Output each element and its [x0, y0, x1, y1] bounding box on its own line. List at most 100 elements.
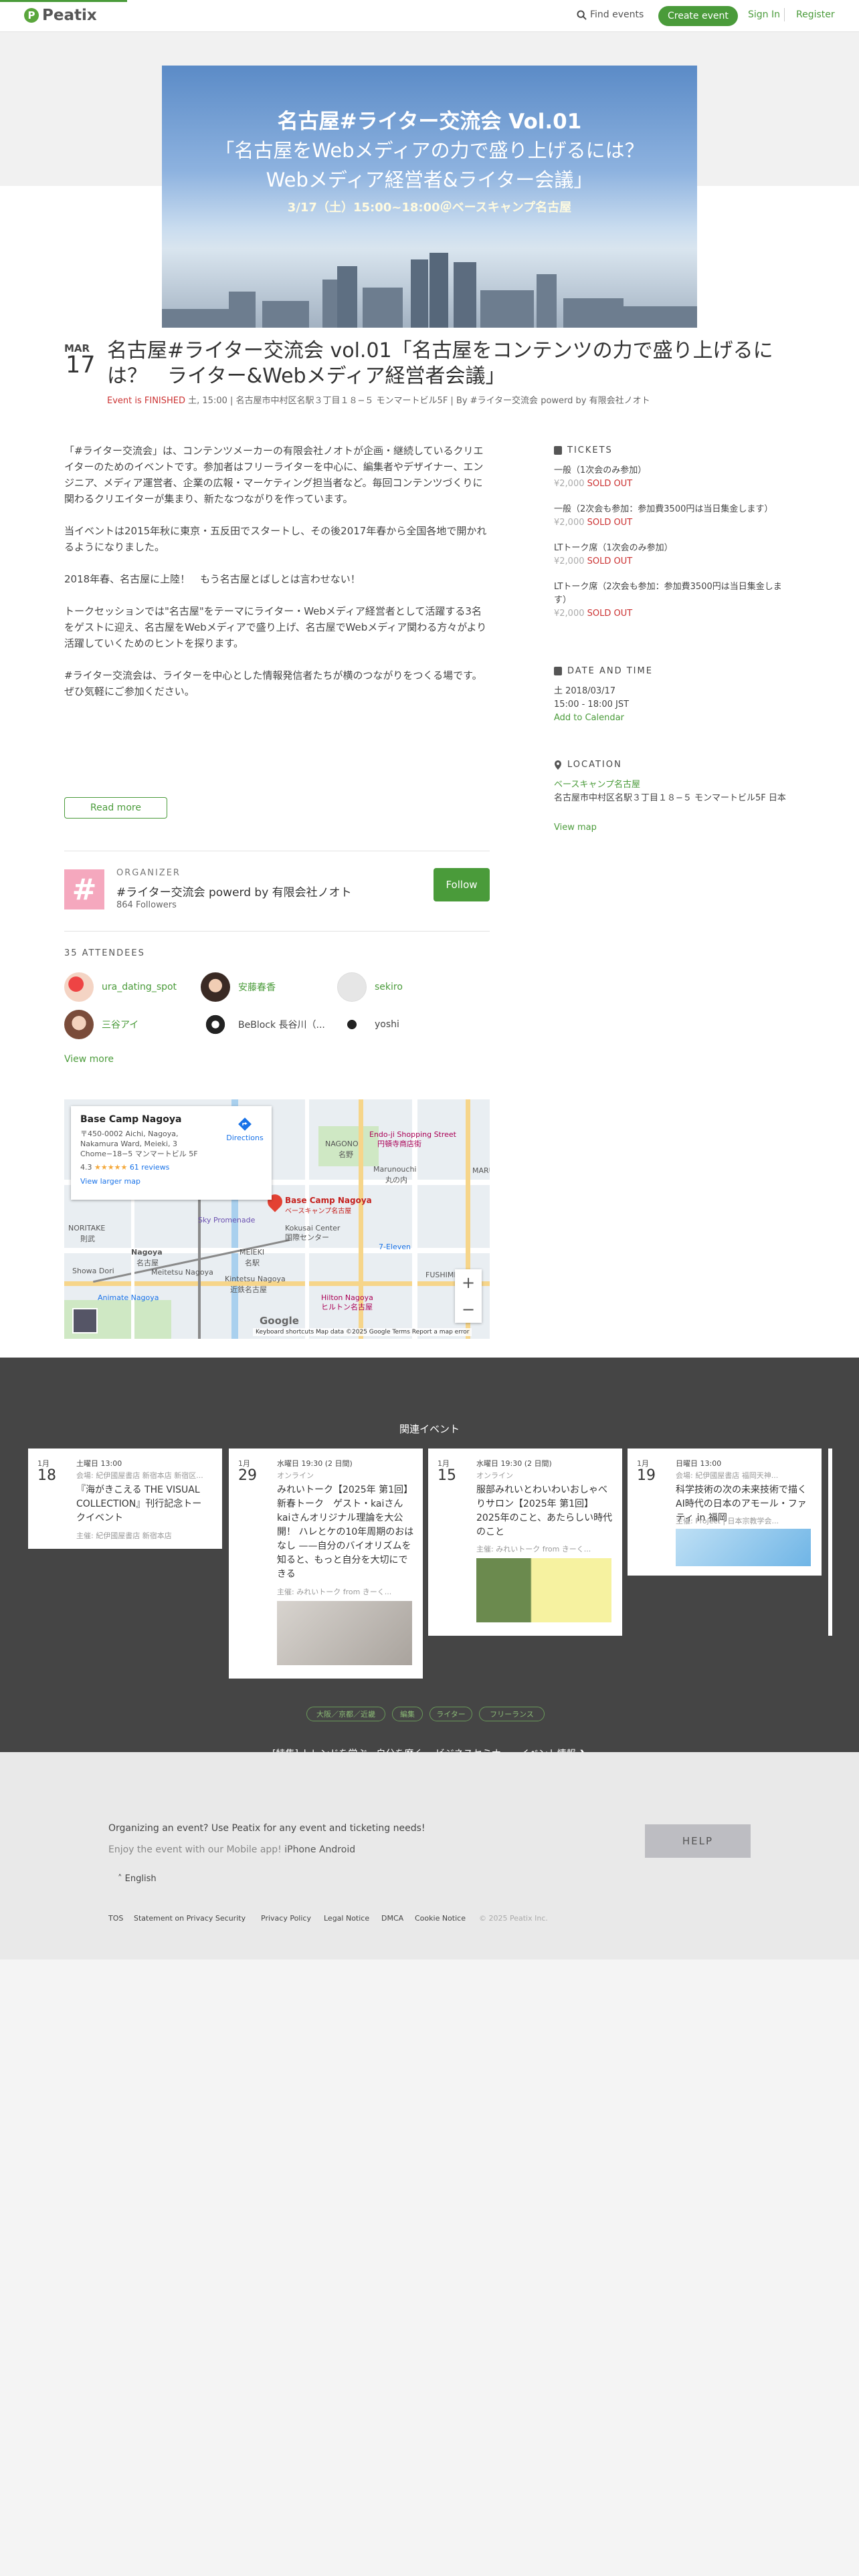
map-road [305, 1099, 309, 1339]
organizer-avatar-text: # [72, 872, 97, 907]
map-pin-subtitle: ベースキャンプ名古屋 [285, 1208, 352, 1215]
header-accent-line [0, 0, 127, 2]
directions-button[interactable]: Directions [225, 1117, 265, 1142]
related-event-card[interactable]: 1月 18 土曜日 13:00 会場: 紀伊國屋書店 新宿本店 新宿区... 『… [28, 1448, 222, 1549]
map-label: Kintetsu Nagoya [225, 1275, 286, 1283]
card-image [676, 1529, 811, 1566]
event-banner-image: 名古屋#ライター交流会 Vol.01 「名古屋をWebメディアの力で盛り上げるに… [162, 66, 697, 328]
card-day: 19 [637, 1467, 656, 1484]
footer-link-legal[interactable]: Legal Notice [324, 1914, 369, 1923]
language-selector[interactable]: ˄ English [118, 1874, 157, 1884]
related-tag[interactable]: フリーランス [479, 1707, 545, 1721]
description-paragraph: #ライター交流会は、ライターを中心とした情報発信者たちが横のつながりをつくる場で… [64, 669, 482, 697]
find-events-label: Find events [590, 9, 644, 20]
view-more-attendees-link[interactable]: View more [64, 1054, 114, 1065]
map-info-card: Base Camp Nagoya 〒450-0002 Aichi, Nagoya… [71, 1106, 272, 1200]
help-button[interactable]: HELP [645, 1824, 751, 1858]
attendee-item[interactable]: 安藤春香 [201, 972, 276, 1002]
tickets-heading: TICKETS [554, 445, 613, 455]
caret-up-icon: ˄ [118, 1874, 122, 1884]
map-label: 円頓寺商店街 [377, 1140, 421, 1148]
related-event-card[interactable]: 1月 19 日曜日 13:00 会場: 紀伊國屋書店 福岡天神... 科学技術の… [628, 1448, 822, 1576]
map-reviews-link[interactable]: 61 reviews [130, 1163, 170, 1172]
android-app-link[interactable]: Android [319, 1844, 355, 1855]
ticket-item: LTトーク席（1次会のみ参加） ¥2,000 SOLD OUT [554, 542, 795, 568]
add-to-calendar-link[interactable]: Add to Calendar [554, 712, 624, 725]
attendee-item[interactable]: ura_dating_spot [64, 972, 177, 1002]
banner-line-1: 名古屋#ライター交流会 Vol.01 [277, 110, 582, 134]
related-tag[interactable]: ライター [430, 1707, 472, 1721]
zoom-in-button[interactable]: + [455, 1269, 482, 1296]
skyline-building [262, 301, 309, 328]
footer-link-privacy-policy[interactable]: Privacy Policy [261, 1914, 311, 1923]
venue-map[interactable]: NAGONO 名野 Endo-ji Shopping Street 円頓寺商店街… [64, 1099, 490, 1339]
date-time-heading-label: DATE AND TIME [567, 666, 653, 676]
map-layer-toggle[interactable] [72, 1308, 98, 1333]
ticket-status: SOLD OUT [587, 518, 633, 528]
footer-organizer-cta: Organizing an event? Use Peatix for any … [108, 1823, 425, 1834]
view-larger-map-link[interactable]: View larger map [80, 1177, 262, 1186]
attendee-item[interactable]: yoshi [337, 1010, 399, 1039]
footer-link-tos[interactable]: TOS [108, 1914, 123, 1923]
organizer-name[interactable]: #ライター交流会 powerd by 有限会社ノオト [116, 883, 352, 899]
zoom-out-button[interactable]: − [455, 1296, 482, 1323]
follow-button[interactable]: Follow [434, 868, 490, 901]
read-more-button[interactable]: Read more [64, 797, 167, 819]
ticket-name: 一般（1次会のみ参加） [554, 465, 647, 475]
card-image [277, 1601, 412, 1665]
sign-in-link[interactable]: Sign In [748, 9, 780, 20]
banner-line-3: Webメディア経営者&ライター会議」 [266, 169, 593, 191]
organizer-avatar[interactable]: # [64, 869, 104, 909]
map-label: Sky Promenade [198, 1216, 256, 1224]
event-time: 15:00 - 18:00 JST [554, 700, 630, 710]
find-events-link[interactable]: Find events [577, 9, 644, 20]
description-paragraph: 2018年春、名古屋に上陸！ もう名古屋とばしとは言わせない！ [64, 573, 361, 585]
attendee-item[interactable]: BeBlock 長谷川（... [201, 1010, 325, 1039]
organizer-label: ORGANIZER [116, 868, 181, 878]
attendee-item[interactable]: sekiro [337, 972, 403, 1002]
footer-link-dmca[interactable]: DMCA [381, 1914, 403, 1923]
card-organizer: 主催: みれいトーク from きーく... [277, 1588, 392, 1596]
create-event-button[interactable]: Create event [658, 6, 738, 26]
card-day: 18 [37, 1467, 56, 1484]
event-description: 「#ライター交流会」は、コンテンツメーカーの有限会社ノオトが企画・継続しているク… [64, 443, 490, 716]
attendee-name: yoshi [375, 1019, 399, 1030]
map-place-address: 〒450-0002 Aichi, Nagoya, Nakamura Ward, … [80, 1130, 198, 1158]
tickets-heading-label: TICKETS [567, 445, 613, 455]
related-events-title: 関連イベント [399, 1423, 460, 1435]
location-heading-label: LOCATION [567, 760, 622, 770]
card-location: オンライン [277, 1471, 314, 1480]
footer-app-line: Enjoy the event with our Mobile app! iPh… [108, 1844, 355, 1855]
event-title: 名古屋#ライター交流会 vol.01「名古屋をコンテンツの力で盛り上げるには？ … [107, 339, 773, 388]
map-road [64, 1248, 490, 1253]
related-event-card[interactable]: 1月 15 水曜日 19:30 (2 日間) オンライン 服部みれいとわいわいお… [428, 1448, 622, 1636]
skyline-building [337, 266, 357, 328]
map-label: 名駅 [245, 1259, 260, 1267]
ticket-price: ¥2,000 [554, 609, 585, 619]
map-label: MARU [472, 1166, 490, 1175]
related-tag[interactable]: 大阪／京都／近畿 [306, 1707, 385, 1721]
attendee-item[interactable]: 三谷アイ [64, 1010, 138, 1039]
attendees-heading: 35 ATTENDEES [64, 948, 145, 958]
ticket-price: ¥2,000 [554, 518, 585, 528]
register-link[interactable]: Register [796, 9, 835, 20]
map-label: FUSHIMI [425, 1271, 456, 1279]
map-label: 名野 [339, 1150, 353, 1159]
card-location: 会場: 紀伊國屋書店 福岡天神... [676, 1471, 779, 1480]
attendee-name: 三谷アイ [102, 1020, 139, 1031]
footer-link-privacy-security[interactable]: Statement on Privacy Security [134, 1914, 246, 1923]
carousel-next-card-edge [828, 1448, 832, 1636]
skyline-building [411, 259, 428, 328]
card-title: 『海がきこえる THE VISUAL COLLECTION』刊行記念トークイベン… [76, 1485, 202, 1523]
footer-link-cookie[interactable]: Cookie Notice [415, 1914, 466, 1923]
iphone-app-link[interactable]: iPhone [284, 1844, 316, 1855]
related-tag[interactable]: 編集 [392, 1707, 423, 1721]
venue-link[interactable]: ベースキャンプ名古屋 [554, 778, 640, 792]
ticket-status: SOLD OUT [587, 609, 633, 619]
map-attribution[interactable]: Keyboard shortcuts Map data ©2025 Google… [253, 1328, 472, 1336]
venue-address: 名古屋市中村区名駅３丁目１８−５ モンマートビル5F 日本 [554, 793, 786, 803]
peatix-logo[interactable]: P Peatix [24, 7, 97, 24]
card-organizer: 主催: みれいトーク from きーく... [476, 1545, 591, 1553]
view-map-link[interactable]: View map [554, 821, 597, 835]
related-event-card[interactable]: 1月 29 水曜日 19:30 (2 日間) オンライン みれいトーク【2025… [229, 1448, 423, 1679]
